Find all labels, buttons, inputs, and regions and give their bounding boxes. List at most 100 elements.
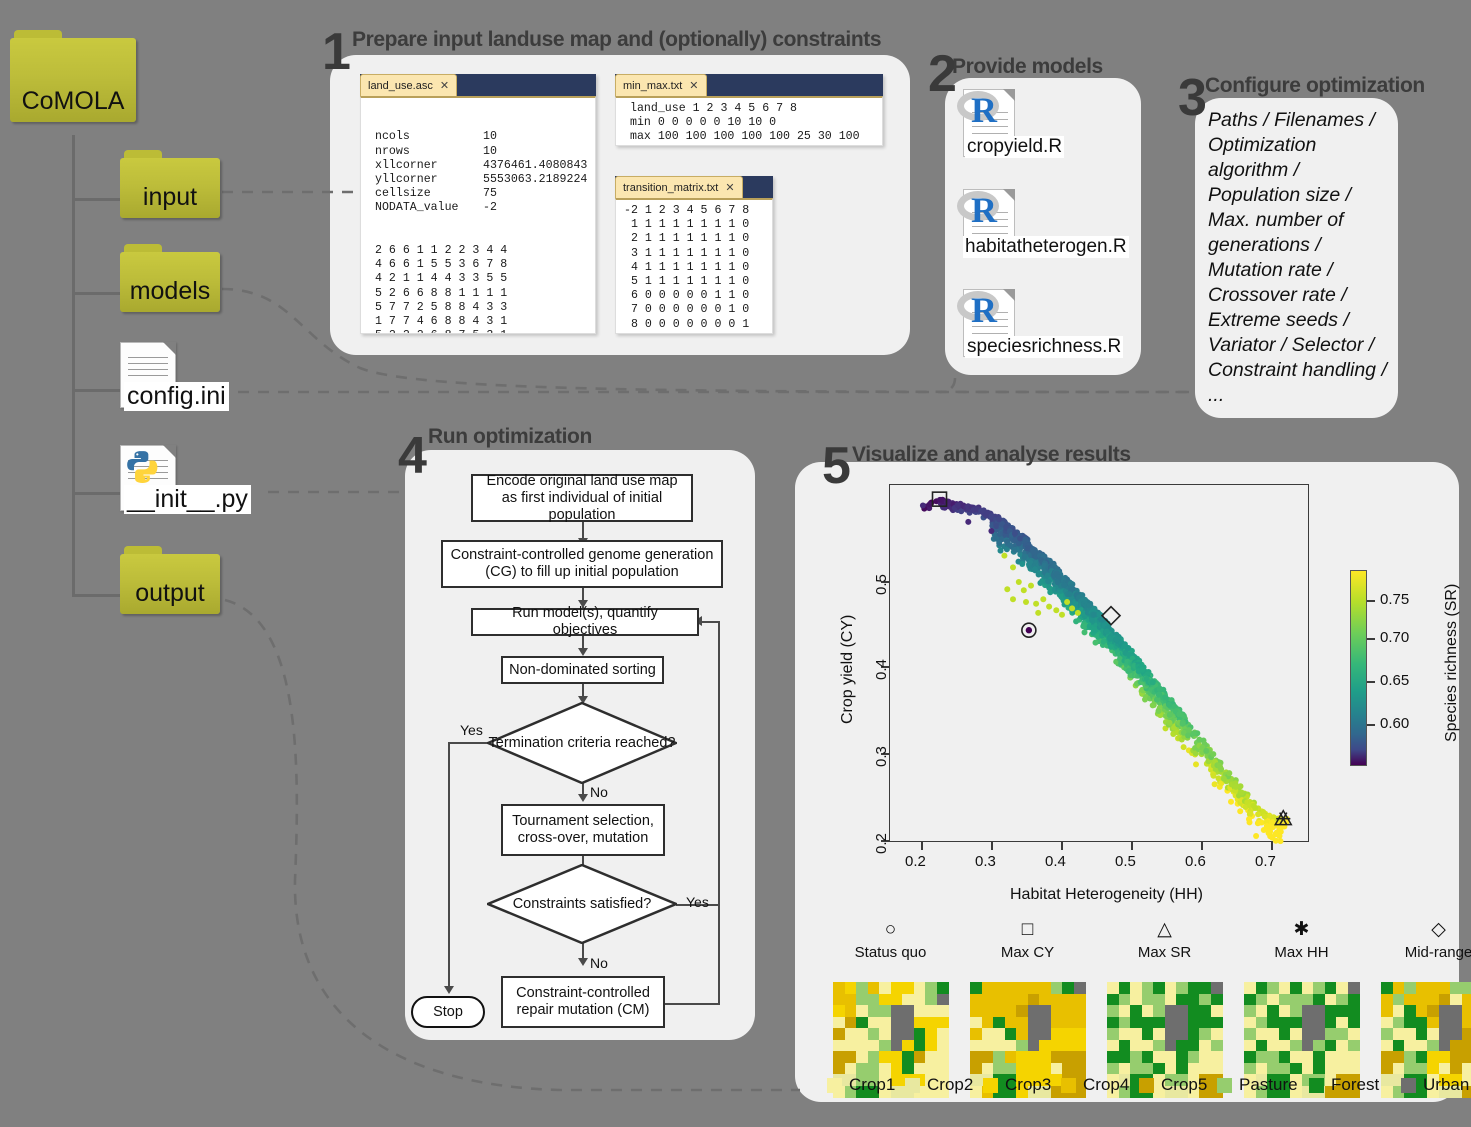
map-cell: [902, 982, 914, 994]
map-cell: [890, 1028, 903, 1040]
flow-node-encode[interactable]: Encode original land use map as first in…: [471, 473, 693, 523]
asc-header-row: xllcorner 4376461.4080843: [375, 158, 588, 172]
folder-input[interactable]: input: [120, 150, 220, 218]
legend-swatch: [905, 1077, 920, 1093]
map-cell: [913, 1005, 926, 1017]
map-cell: [1004, 1039, 1017, 1052]
map-cell: [1153, 1028, 1165, 1040]
scatter-point: [1252, 805, 1259, 811]
map-cell: [1107, 1005, 1119, 1017]
flow-node-cg[interactable]: Constraint-controlled genome generation …: [441, 540, 723, 588]
flow-edge-label-constraints-yes: Yes: [686, 894, 709, 910]
flow-node-run[interactable]: Run model(s), quantify objectives: [471, 605, 699, 638]
map-cell: [925, 1005, 937, 1017]
flow-node-repair-mutation[interactable]: Constraint-controlled repair mutation (C…: [501, 976, 665, 1028]
flow-node-stop[interactable]: Stop: [411, 996, 485, 1028]
scatter-point: [1020, 587, 1027, 594]
map-cell: [1461, 1005, 1471, 1017]
map-cell: [981, 1062, 994, 1075]
legend-swatch: [1401, 1077, 1416, 1093]
flow-edge-term-yes-v: [448, 742, 450, 992]
map-cell: [936, 993, 949, 1006]
x-tick-label: 0.4: [1045, 853, 1066, 870]
map-cell: [1210, 1039, 1223, 1052]
scatter-point: [1256, 819, 1262, 826]
map-cell: [1336, 1005, 1348, 1017]
map-cell: [1427, 1062, 1439, 1075]
flow-node-termination[interactable]: Termination criteria reached?: [487, 702, 677, 784]
folder-output[interactable]: output: [120, 546, 220, 614]
map-cell: [1062, 1051, 1074, 1063]
colorbar-tick: [1367, 681, 1375, 683]
map-cell: [833, 1028, 845, 1040]
editor-transition-matrix-txt[interactable]: transition_matrix.txt ✕ -2 1 2 3 4 5 6 7…: [615, 176, 773, 334]
x-tick: [1061, 842, 1063, 850]
map-cell: [1347, 982, 1360, 994]
map-cell: [1244, 1039, 1256, 1052]
map-cell: [1016, 1005, 1028, 1017]
asc-header-row: NODATA_value -2: [375, 201, 497, 215]
map-cell: [1404, 1028, 1416, 1040]
arrow-icon: [578, 794, 588, 802]
transition-row: 2 1 1 1 1 1 1 1 0: [624, 232, 750, 246]
scatter-point: [1040, 596, 1047, 603]
editor-land-use-asc[interactable]: land_use.asc ✕ ncols 10 nrows 10 xllcorner 43…: [360, 74, 596, 334]
close-icon[interactable]: ✕: [440, 79, 449, 92]
scatter-point: [1092, 639, 1099, 646]
map-cell: [1336, 982, 1348, 994]
highlight-marker-circle[interactable]: [1021, 622, 1037, 639]
scatter-point: [1010, 596, 1016, 603]
folder-comola[interactable]: CoMOLA: [10, 30, 136, 122]
map-cell: [1153, 982, 1165, 994]
editor-tab[interactable]: min_max.txt ✕: [615, 74, 707, 96]
flow-node-tournament[interactable]: Tournament selection, cross-over, mutati…: [501, 804, 665, 856]
folder-models[interactable]: models: [120, 244, 220, 312]
r-logo-letter-icon: R: [971, 90, 997, 130]
editor-tab[interactable]: land_use.asc ✕: [360, 74, 458, 96]
map-cell: [1153, 1051, 1165, 1063]
map-cell: [1050, 1051, 1063, 1063]
close-icon[interactable]: ✕: [725, 181, 734, 194]
map-cell: [1427, 1005, 1439, 1017]
map-cell: [981, 1051, 994, 1063]
map-cell: [1267, 1062, 1279, 1075]
map-cell: [879, 1005, 891, 1017]
scatter-point: [1228, 798, 1234, 805]
map-cell: [879, 1062, 891, 1075]
close-icon[interactable]: ✕: [689, 79, 698, 92]
map-cell: [1301, 982, 1314, 994]
scenario-glyph-circle-icon: ○: [884, 919, 897, 940]
flow-node-sort[interactable]: Non-dominated sorting: [501, 656, 664, 684]
colorbar-label: Species richness (SR): [1443, 583, 1460, 742]
step-title-1: Prepare input landuse map and (optionall…: [352, 28, 882, 51]
map-cell: [1392, 993, 1405, 1006]
map-cell: [1130, 1028, 1142, 1040]
map-cell: [970, 1062, 982, 1075]
map-cell: [1153, 1016, 1165, 1029]
map-cell: [1016, 1039, 1028, 1052]
map-cell: [1016, 993, 1028, 1006]
map-cell: [970, 1005, 982, 1017]
map-cell: [936, 982, 949, 994]
map-cell: [1415, 982, 1428, 994]
editor-tab[interactable]: transition_matrix.txt ✕: [615, 176, 743, 198]
map-cell: [1164, 1028, 1177, 1040]
map-cell: [833, 1051, 845, 1063]
scatter-point: [1045, 578, 1052, 585]
arrow-icon: [578, 648, 588, 656]
map-cell: [1324, 993, 1337, 1006]
map-cell: [1313, 1062, 1325, 1075]
legend-swatch: [1217, 1077, 1232, 1093]
map-cell: [890, 982, 903, 994]
legend-item-crop2: Crop2: [905, 1075, 973, 1095]
editor-min-max-txt[interactable]: min_max.txt ✕ land_use 1 2 3 4 5 6 7 8 mi…: [615, 74, 883, 146]
map-cell: [833, 982, 845, 994]
flow-node-constraints[interactable]: Constraints satisfied?: [487, 864, 677, 944]
map-cell: [1050, 1039, 1063, 1052]
step-number-4: 4: [398, 427, 427, 485]
editor-content: land_use 1 2 3 4 5 6 7 8 min 0 0 0 0 0 10…: [615, 96, 883, 146]
flow-edge-cm-loop: [664, 1003, 720, 1005]
map-cell: [1073, 1028, 1086, 1040]
map-cell: [1210, 1016, 1223, 1029]
map-cell: [993, 1062, 1005, 1075]
